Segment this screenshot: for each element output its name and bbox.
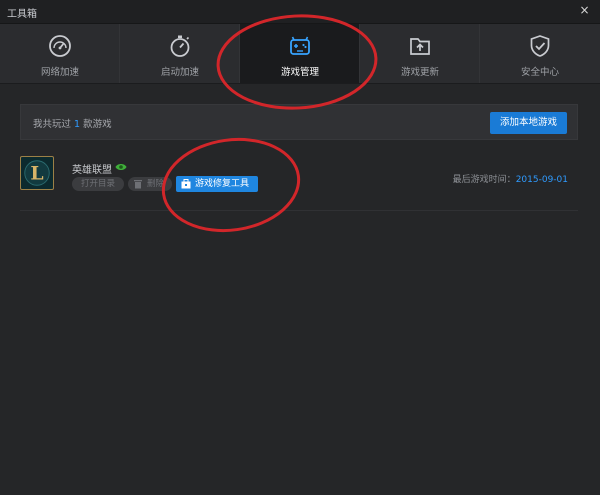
tab-bar: 网络加速 启动加速 游戏管理 游戏更新 安全中心 [0,24,600,84]
tab-security-center[interactable]: 安全中心 [480,24,600,83]
close-button[interactable]: × [577,3,592,18]
tab-label: 游戏管理 [280,67,319,78]
last-played-date: 2015-09-01 [515,175,568,185]
games-count-prefix: 我共玩过 [33,119,72,130]
league-of-legends-logo: L [20,156,54,190]
eye-icon[interactable] [115,162,127,172]
shield-check-icon [530,35,550,57]
games-summary-bar: 我共玩过 1 款游戏 添加本地游戏 [20,104,578,140]
gamepad-icon [290,36,310,55]
last-played-label: 最后游戏时间： [452,175,516,185]
add-local-game-button[interactable]: 添加本地游戏 [490,112,567,134]
game-repair-tool-button[interactable]: 游戏修复工具 [176,176,258,192]
toolbox-icon [181,179,191,189]
games-count-suffix: 款游戏 [83,119,112,130]
stopwatch-icon [170,35,190,57]
tab-label: 安全中心 [520,67,559,78]
tab-network-acceleration[interactable]: 网络加速 [0,24,120,83]
trash-icon [134,180,142,189]
last-played-time: 最后游戏时间：2015-09-01 [453,172,568,185]
games-count: 1 [74,119,81,130]
game-name: 英雄联盟 [72,165,112,176]
tab-label: 启动加速 [160,67,199,78]
window-title: 工具箱 [7,9,37,20]
games-count-text: 我共玩过 1 款游戏 [33,116,112,130]
delete-game-button[interactable]: 删除 [128,177,172,191]
game-list-item: L 英雄联盟 打开目录 删除 游戏修复工具 最后游戏时间：2015-09-01 [20,150,578,211]
tab-game-update[interactable]: 游戏更新 [360,24,480,83]
logo-letter: L [30,163,43,185]
upload-folder-icon [410,38,430,55]
delete-label: 删除 [147,179,165,189]
tab-game-management[interactable]: 游戏管理 [240,24,360,83]
tab-label: 网络加速 [40,67,79,78]
tab-label: 游戏更新 [400,67,439,78]
repair-label: 游戏修复工具 [195,179,250,189]
tab-launch-acceleration[interactable]: 启动加速 [120,24,240,83]
title-bar: 工具箱 × [0,0,600,24]
open-directory-button[interactable]: 打开目录 [72,177,124,191]
speedometer-icon [49,35,71,57]
